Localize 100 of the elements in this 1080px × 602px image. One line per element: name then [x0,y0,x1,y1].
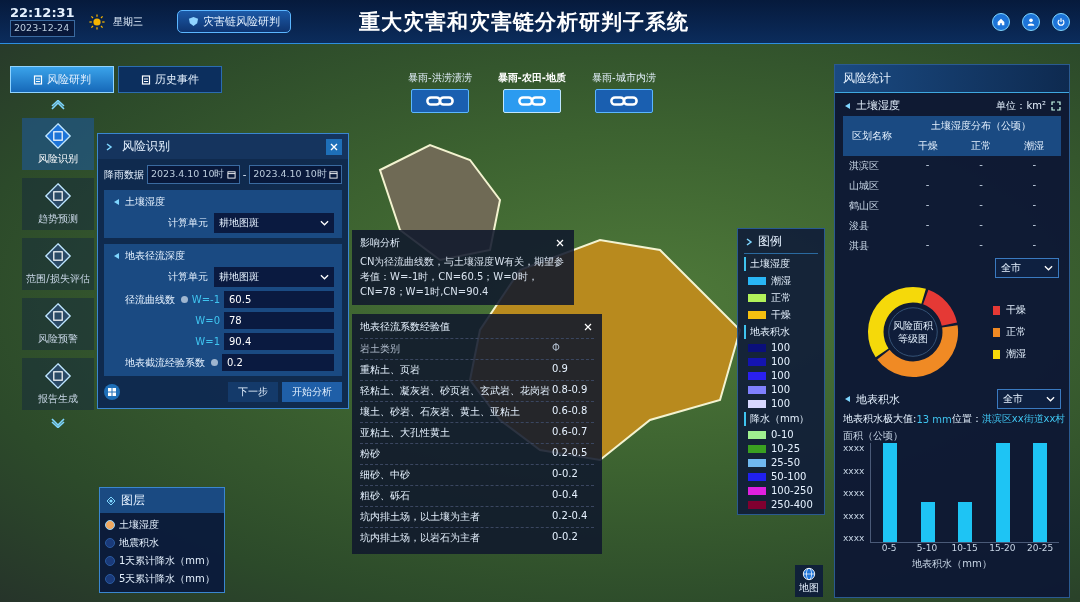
column-header: 岩土类别 [360,342,400,356]
axis-tick-label: 10-15 [950,543,979,555]
grid-button[interactable] [104,384,120,400]
radio-button[interactable] [105,574,115,584]
radio-button[interactable] [105,538,115,548]
power-icon[interactable] [1052,12,1070,31]
layer-option[interactable]: 1天累计降水（mm） [100,552,224,570]
table-cell-text: 0-0.2 [552,531,579,544]
chart-bar [920,502,935,542]
module-badge[interactable]: 灾害链风险研判 [176,10,291,33]
max-label: 地表积水极大值: [843,412,917,426]
table-cell: 坑内排土场，以岩石为主者 [360,531,480,545]
table-cell: 粉砂 [360,447,380,461]
diamond-icon [106,495,116,506]
main-tab[interactable]: 历史事件 [118,66,222,93]
table-cell-text: 0.2-0.5 [552,447,589,460]
action-button[interactable]: 开始分析 [282,382,342,402]
fullscreen-icon[interactable] [1051,100,1061,111]
table-cell-text: - [978,218,984,232]
table-cell-text: 0-0.2 [552,468,579,481]
diamond-icon [44,302,72,330]
close-button[interactable] [582,321,594,333]
clock-date: 2023-12-24 [10,20,75,37]
table-cell: 细砂、中砂 [360,468,410,482]
main-tab[interactable]: 风险研判 [10,66,114,93]
date-field[interactable]: 2023.4.10 10时 [249,165,342,184]
w-label: W=1 [195,336,220,347]
close-button[interactable] [554,237,566,249]
home-icon[interactable] [992,12,1010,31]
close-icon [329,141,339,152]
layer-option[interactable]: 5天累计降水（mm） [100,570,224,588]
table-cell-text: 0.6-0.7 [552,426,589,439]
legend-label: 25-50 [771,457,801,468]
close-icon [555,238,565,248]
column-header: 正常 [954,136,1008,156]
chevron-down-icon [1044,265,1053,271]
nav-item[interactable]: 趋势预测 [22,178,94,230]
popup-text: CN为径流曲线数，与土壤湿度W有关，期望参考值：W=-1时，CN=60.5；W=0时，CN=78；W=1时,CN=90.4 [360,255,566,299]
map-button[interactable]: 地图 [795,565,823,597]
shield-icon [187,16,199,27]
nav-item[interactable]: 报告生成 [22,358,94,410]
legend-label: 100 [771,356,791,367]
table-cell-text: - [1031,178,1038,192]
table-cell-text: - [978,158,984,172]
legend-label: 10-25 [771,443,801,454]
number-input[interactable]: 0.2 [222,354,334,371]
location-value: 淇滨区xx街道xx村 [981,412,1066,426]
diamond-icon [44,362,72,390]
chevron-down-icon[interactable] [51,418,65,428]
select-field[interactable]: 耕地图斑 [214,267,334,287]
date-field[interactable]: 2023.4.10 10时 [147,165,240,184]
weekday-label: 星期三 [112,14,143,29]
select-field[interactable]: 耕地图斑 [214,213,334,233]
chevron-up-icon[interactable] [51,100,65,110]
axis-tick-label: xxxx [843,510,865,521]
scenario-button[interactable]: 暴雨-洪涝渍涝 [402,70,478,114]
column-header: 区划名称 [843,116,901,156]
scenario-button[interactable]: 暴雨-城市内涝 [585,70,662,114]
column-header: 干燥 [901,136,955,156]
scenario-button[interactable]: 暴雨-农田-地质 [491,70,572,114]
nav-item[interactable]: 风险识别 [22,118,94,170]
nav-item[interactable]: 风险预警 [22,298,94,350]
legend-label: 潮湿 [1006,347,1026,361]
calendar-icon [329,170,338,179]
field-label: 计算单元 [168,216,208,230]
nav-item[interactable]: 范围/损失评估 [22,238,94,290]
column-header: 潮湿 [1007,136,1061,156]
table-cell: 重粘土、页岩 [360,363,420,377]
table-cell-text: 0.2-0.4 [552,510,589,523]
legend-group-title: 降水（mm） [744,412,818,426]
legend-label: 正常 [1006,325,1026,339]
region-select[interactable]: 全市 [995,258,1059,278]
table-cell-text: 0.8-0.9 [552,384,589,397]
section-title: 地表积水 [856,391,900,407]
number-input[interactable]: 78 [224,312,334,329]
number-input[interactable]: 60.5 [224,291,334,308]
close-button[interactable] [326,138,342,155]
action-button[interactable]: 下一步 [228,382,278,402]
link-icon [594,89,653,113]
axis-tick-label: xxxx [843,488,865,498]
layers-title: 图层 [121,492,145,509]
legend-label: 正常 [771,291,791,305]
popup-title: 地表径流系数经验值 [360,320,450,334]
table-cell-text: 鹤山区 [848,199,880,213]
axis-title: 面积（公顷） [842,429,904,443]
user-icon[interactable] [1022,12,1040,31]
number-input[interactable]: 90.4 [224,333,334,350]
globe-icon [802,567,816,581]
region-select[interactable]: 全市 [997,389,1061,409]
legend-group-title: 土壤湿度 [744,257,818,271]
table-cell-text: - [1031,158,1038,172]
legend-label: 干燥 [771,308,791,322]
layer-option[interactable]: 土壤湿度 [100,516,224,534]
axis-tick-label: xxxx [843,465,865,476]
table-cell-text: - [924,198,931,212]
chevron-down-icon [320,274,329,280]
radio-button[interactable] [105,556,115,566]
bullet-icon [843,395,851,403]
table-cell-text: - [1031,198,1038,212]
layer-option[interactable]: 地震积水 [100,534,224,552]
